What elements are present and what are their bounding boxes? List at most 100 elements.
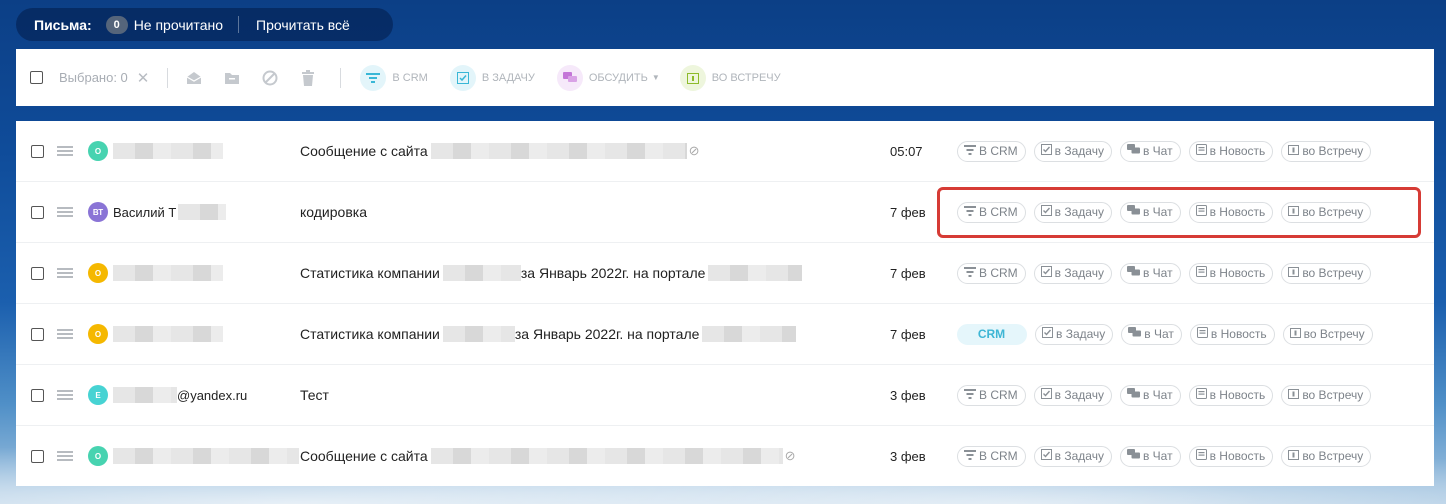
chat-label: в Чат [1142, 388, 1173, 402]
news-label: в Новость [1209, 388, 1266, 402]
to-chat-button[interactable]: в Чат [1121, 323, 1182, 345]
crm-link-button[interactable]: CRM [957, 323, 1027, 345]
to-meeting-button[interactable]: во Встречу [1281, 262, 1372, 284]
mark-read-icon[interactable] [184, 68, 204, 88]
mail-row[interactable]: Е @yandex.ru Тест 3 фев В CRM в Задачу в… [16, 365, 1434, 426]
row-checkbox[interactable] [31, 388, 44, 402]
redacted-text [442, 326, 515, 342]
trash-icon[interactable] [298, 68, 318, 88]
to-news-button[interactable]: в Новость [1188, 262, 1274, 284]
clear-selection-icon[interactable]: ✕ [137, 69, 150, 87]
move-folder-icon[interactable] [222, 68, 242, 88]
to-chat-button[interactable]: в Чат [1119, 445, 1181, 467]
crm-label: В CRM [979, 388, 1018, 402]
row-actions: В CRM в Задачу в Чат в Новость во Встреч… [957, 445, 1379, 467]
chat-label: в Чат [1142, 266, 1173, 280]
chevron-down-icon: ▼ [651, 73, 660, 82]
to-task-button[interactable]: в задачу [449, 64, 535, 91]
redacted-text [113, 326, 223, 342]
to-news-button[interactable]: в Новость [1189, 323, 1275, 345]
news-icon [1195, 449, 1210, 463]
mail-toolbar: Выбрано: 0 ✕ в CRM в задачу обсудить ▼ [16, 49, 1434, 106]
mail-row[interactable]: О Статистика компании за Январь 2022г. на… [16, 243, 1434, 304]
news-icon [1195, 144, 1210, 158]
meet-label: во Встречу [1302, 144, 1364, 158]
calendar-icon [679, 64, 706, 91]
subject[interactable]: Статистика компании за Январь 2022г. на п… [300, 265, 803, 281]
row-checkbox[interactable] [31, 205, 44, 219]
to-task-button[interactable]: в Задачу [1033, 384, 1112, 406]
to-task-button[interactable]: в Задачу [1033, 262, 1112, 284]
subject[interactable]: Тест [300, 387, 329, 403]
discuss-button[interactable]: обсудить ▼ [556, 64, 660, 91]
subject[interactable]: кодировка [300, 204, 367, 220]
unread-count-badge: 0 [105, 15, 128, 34]
to-chat-button[interactable]: в Чат [1119, 384, 1181, 406]
mail-row[interactable]: О Сообщение с сайта ⊘ 3 фев В CRM в Задач… [16, 426, 1434, 486]
to-crm-label: в CRM [392, 71, 428, 84]
to-chat-button[interactable]: в Чат [1119, 262, 1181, 284]
to-crm-button[interactable]: В CRM [957, 262, 1026, 284]
sender[interactable]: Василий Т [113, 204, 227, 220]
to-task-button[interactable]: в Задачу [1035, 323, 1114, 345]
to-crm-button[interactable]: В CRM [957, 445, 1026, 467]
to-crm-button[interactable]: в CRM [360, 64, 428, 91]
to-crm-button[interactable]: В CRM [957, 384, 1026, 406]
mail-row[interactable]: О Сообщение с сайта ⊘ 05:07 В CRM в Задач… [16, 121, 1434, 182]
to-news-button[interactable]: в Новость [1188, 445, 1274, 467]
avatar: ВТ [88, 202, 108, 222]
subject-text: Сообщение с сайта [300, 448, 428, 464]
mail-row[interactable]: О Статистика компании за Январь 2022г. на… [16, 304, 1434, 365]
redacted-text [113, 265, 223, 281]
task-label: в Задачу [1054, 449, 1104, 463]
to-news-button[interactable]: в Новость [1188, 140, 1274, 162]
to-task-button[interactable]: в Задачу [1033, 140, 1112, 162]
drag-handle-icon[interactable] [57, 144, 73, 158]
to-meeting-button[interactable]: во Встречу [1282, 323, 1373, 345]
drag-handle-icon[interactable] [57, 449, 73, 463]
spam-icon[interactable] [260, 68, 280, 88]
to-chat-button[interactable]: в Чат [1119, 140, 1181, 162]
unread-filter-link[interactable]: Не прочитано [134, 17, 223, 33]
redacted-text [430, 448, 783, 464]
redacted-text [442, 265, 521, 281]
to-meeting-button[interactable]: во Встречу [1281, 140, 1372, 162]
news-label: в Новость [1209, 449, 1266, 463]
sender[interactable]: @yandex.ru [113, 387, 247, 403]
sender[interactable] [113, 265, 223, 281]
to-meeting-button[interactable]: во Встречу [1281, 445, 1372, 467]
subject[interactable]: Сообщение с сайта ⊘ [300, 143, 700, 159]
select-all-checkbox[interactable] [30, 71, 43, 84]
chat-label: в Чат [1142, 144, 1173, 158]
subject-text: Статистика компании [300, 326, 440, 342]
avatar: О [88, 324, 108, 344]
to-crm-button[interactable]: В CRM [957, 140, 1026, 162]
divider [238, 16, 239, 33]
row-checkbox[interactable] [31, 449, 44, 463]
drag-handle-icon[interactable] [57, 388, 73, 402]
avatar: О [88, 446, 108, 466]
row-checkbox[interactable] [31, 144, 44, 158]
sender[interactable] [113, 143, 223, 159]
meet-label: во Встречу [1302, 266, 1364, 280]
to-meeting-button[interactable]: во встречу [679, 64, 781, 91]
row-actions: CRM в Задачу в Чат в Новость во Встречу [957, 323, 1381, 345]
redacted-text [113, 448, 299, 464]
to-news-button[interactable]: в Новость [1188, 384, 1274, 406]
chat-bubbles-icon [1126, 144, 1143, 158]
drag-handle-icon[interactable] [57, 266, 73, 280]
drag-handle-icon[interactable] [57, 327, 73, 341]
subject[interactable]: Сообщение с сайта ⊘ [300, 448, 796, 464]
sender[interactable] [113, 326, 223, 342]
chat-bubbles-icon [1126, 388, 1143, 402]
to-task-button[interactable]: в Задачу [1033, 445, 1112, 467]
subject-suffix: за Январь 2022г. на портале [514, 326, 700, 342]
drag-handle-icon[interactable] [57, 205, 73, 219]
row-checkbox[interactable] [31, 327, 44, 341]
row-checkbox[interactable] [31, 266, 44, 280]
subject[interactable]: Статистика компании за Январь 2022г. на п… [300, 326, 797, 342]
read-all-link[interactable]: Прочитать всё [256, 17, 350, 33]
news-label: в Новость [1209, 144, 1266, 158]
to-meeting-button[interactable]: во Встречу [1281, 384, 1372, 406]
sender[interactable] [113, 448, 299, 464]
